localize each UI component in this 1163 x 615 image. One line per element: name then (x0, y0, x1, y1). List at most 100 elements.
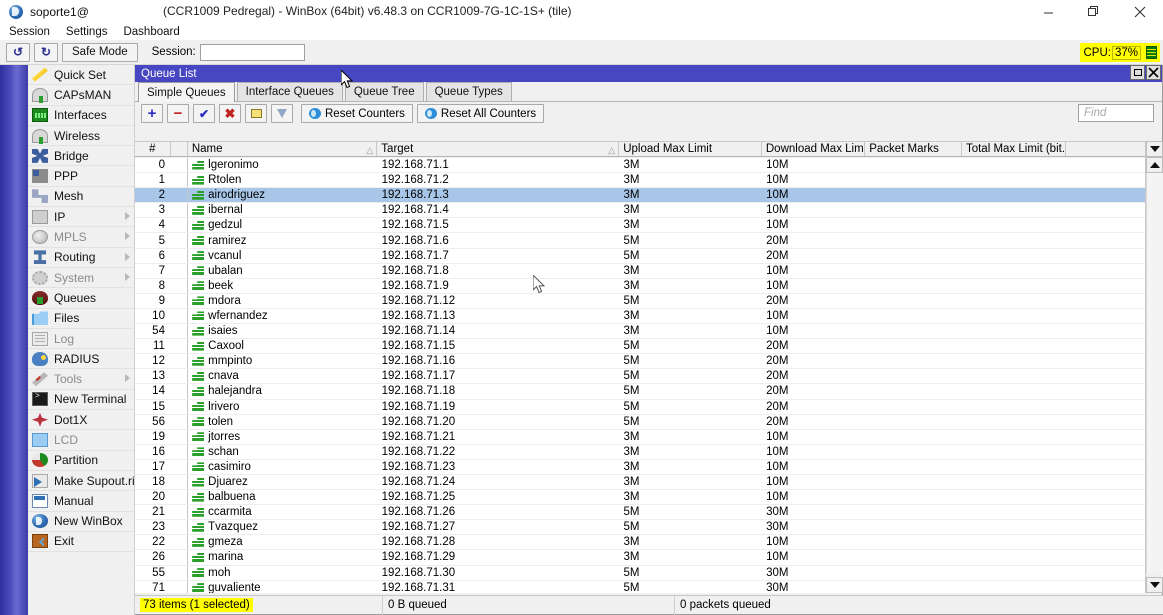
table-row[interactable]: 55moh192.168.71.305M30M (135, 566, 1163, 581)
table-row[interactable]: 19jtorres192.168.71.213M10M (135, 430, 1163, 445)
cell-name-label: lrivero (208, 401, 239, 413)
add-queue-button[interactable]: + (141, 104, 163, 123)
sidebar-item-capsman[interactable]: CAPsMAN (28, 85, 134, 105)
table-row[interactable]: 7ubalan192.168.71.83M10M (135, 264, 1163, 279)
table-vertical-scrollbar[interactable] (1145, 141, 1162, 593)
table-row[interactable]: 0lgeronimo192.168.71.13M10M (135, 158, 1163, 173)
sidebar-item-interfaces[interactable]: Interfaces (28, 106, 134, 126)
table-row[interactable]: 71guvaliente192.168.71.315M30M (135, 581, 1163, 593)
menu-item-settings[interactable]: Settings (58, 26, 116, 38)
comment-button[interactable] (245, 104, 267, 123)
menu-item-session[interactable]: Session (0, 26, 58, 38)
table-row[interactable]: 22gmeza192.168.71.283M10M (135, 535, 1163, 550)
reset-counters-button[interactable]: Reset Counters (301, 104, 413, 123)
column-header-target[interactable]: Target△ (377, 142, 619, 156)
cell-upload-max-limit: 5M (619, 581, 762, 593)
session-input[interactable] (200, 44, 305, 61)
enable-queue-button[interactable]: ✔ (193, 104, 215, 123)
cell-flag (171, 384, 188, 398)
sidebar-item-bridge[interactable]: Bridge (28, 146, 134, 166)
redo-button[interactable]: ↻ (34, 43, 58, 62)
menu-item-dashboard[interactable]: Dashboard (115, 26, 187, 38)
sidebar-item-ppp[interactable]: PPP (28, 166, 134, 186)
queue-maximize-icon[interactable] (1130, 65, 1145, 80)
tab-queue-tree[interactable]: Queue Tree (345, 82, 424, 101)
sidebar-item-ip[interactable]: IP (28, 207, 134, 227)
table-row[interactable]: 14halejandra192.168.71.185M20M (135, 384, 1163, 399)
sidebar-item-files[interactable]: Files (28, 309, 134, 329)
table-row[interactable]: 2airodriguez192.168.71.33M10M (135, 188, 1163, 203)
find-input[interactable]: Find (1078, 104, 1154, 122)
reset-all-counters-button[interactable]: Reset All Counters (417, 104, 544, 123)
sidebar-item-partition[interactable]: Partition (28, 451, 134, 471)
sidebar-item-new-terminal[interactable]: New Terminal (28, 390, 134, 410)
table-row[interactable]: 10wfernandez192.168.71.133M10M (135, 309, 1163, 324)
table-row[interactable]: 3ibernal192.168.71.43M10M (135, 203, 1163, 218)
table-row[interactable]: 11Caxool192.168.71.155M20M (135, 339, 1163, 354)
queue-list-title-bar[interactable]: Queue List (135, 65, 1162, 82)
queue-close-icon[interactable] (1146, 65, 1161, 80)
table-row[interactable]: 18Djuarez192.168.71.243M10M (135, 475, 1163, 490)
table-row[interactable]: 21ccarmita192.168.71.265M30M (135, 505, 1163, 520)
column-menu-button[interactable] (1146, 141, 1163, 157)
column-header-packet-marks[interactable]: Packet Marks (865, 142, 962, 156)
sidebar-item-lcd[interactable]: LCD (28, 430, 134, 450)
cell-upload-max-limit: 5M (619, 369, 762, 383)
table-row[interactable]: 20balbuena192.168.71.253M10M (135, 490, 1163, 505)
sidebar-item-routing[interactable]: Routing (28, 248, 134, 268)
table-row[interactable]: 1Rtolen192.168.71.23M10M (135, 173, 1163, 188)
table-row[interactable]: 17casimiro192.168.71.233M10M (135, 460, 1163, 475)
sidebar-item-mpls[interactable]: MPLS (28, 227, 134, 247)
tab-interface-queues[interactable]: Interface Queues (237, 82, 343, 101)
sidebar-item-dot1x[interactable]: Dot1X (28, 410, 134, 430)
disable-queue-button[interactable]: ✖ (219, 104, 241, 123)
table-row[interactable]: 16schan192.168.71.223M10M (135, 445, 1163, 460)
table-row[interactable]: 13cnava192.168.71.175M20M (135, 369, 1163, 384)
column-header-index[interactable]: # (135, 142, 171, 156)
sidebar-item-mesh[interactable]: Mesh (28, 187, 134, 207)
sidebar-item-exit[interactable]: Exit (28, 532, 134, 552)
restore-icon[interactable] (1071, 0, 1117, 24)
sidebar-item-radius[interactable]: RADIUS (28, 349, 134, 369)
table-row[interactable]: 5ramirez192.168.71.65M20M (135, 233, 1163, 248)
scroll-up-button[interactable] (1146, 157, 1163, 173)
remove-queue-button[interactable]: − (167, 104, 189, 123)
sidebar-item-log[interactable]: Log (28, 329, 134, 349)
column-header-download-max-limit[interactable]: Download Max Limit (762, 142, 865, 156)
close-icon[interactable] (1117, 0, 1163, 24)
sidebar-item-wireless[interactable]: Wireless (28, 126, 134, 146)
column-header-total-max-limit[interactable]: Total Max Limit (bit.. (962, 142, 1066, 156)
table-row[interactable]: 15lrivero192.168.71.195M20M (135, 400, 1163, 415)
minimize-icon[interactable] (1025, 0, 1071, 24)
tab-simple-queues[interactable]: Simple Queues (138, 82, 235, 102)
filter-button[interactable] (271, 104, 293, 123)
table-row[interactable]: 56tolen192.168.71.205M20M (135, 415, 1163, 430)
table-body[interactable]: 0lgeronimo192.168.71.13M10M1Rtolen192.16… (135, 158, 1163, 593)
sidebar-item-manual[interactable]: Manual (28, 491, 134, 511)
table-row[interactable]: 8beek192.168.71.93M10M (135, 279, 1163, 294)
tab-queue-types[interactable]: Queue Types (426, 82, 512, 101)
undo-button[interactable]: ↺ (6, 43, 30, 62)
sidebar-item-make-supout[interactable]: Make Supout.rif (28, 471, 134, 491)
cell-total-max-limit (962, 581, 1066, 593)
table-row[interactable]: 26marina192.168.71.293M10M (135, 550, 1163, 565)
column-header-upload-max-limit[interactable]: Upload Max Limit (619, 142, 762, 156)
safe-mode-button[interactable]: Safe Mode (62, 43, 138, 62)
sidebar-item-queues[interactable]: Queues (28, 288, 134, 308)
table-row[interactable]: 9mdora192.168.71.125M20M (135, 294, 1163, 309)
scroll-down-button[interactable] (1146, 577, 1163, 593)
sidebar-item-system[interactable]: System (28, 268, 134, 288)
sidebar-item-quick-set[interactable]: Quick Set (28, 65, 134, 85)
table-row[interactable]: 6vcanul192.168.71.75M20M (135, 249, 1163, 264)
table-row[interactable]: 4gedzul192.168.71.53M10M (135, 218, 1163, 233)
sidebar-item-tools[interactable]: Tools (28, 369, 134, 389)
column-header-name[interactable]: Name△ (188, 142, 377, 156)
sidebar-item-new-winbox[interactable]: New WinBox (28, 512, 134, 532)
cell-upload-max-limit: 3M (619, 188, 762, 202)
tools-icon (32, 372, 48, 386)
table-row[interactable]: 23Tvazquez192.168.71.275M30M (135, 520, 1163, 535)
table-row[interactable]: 54isaies192.168.71.143M10M (135, 324, 1163, 339)
scrollbar-track[interactable] (1146, 173, 1163, 573)
table-row[interactable]: 12mmpinto192.168.71.165M20M (135, 354, 1163, 369)
column-header-flag[interactable] (171, 142, 188, 156)
